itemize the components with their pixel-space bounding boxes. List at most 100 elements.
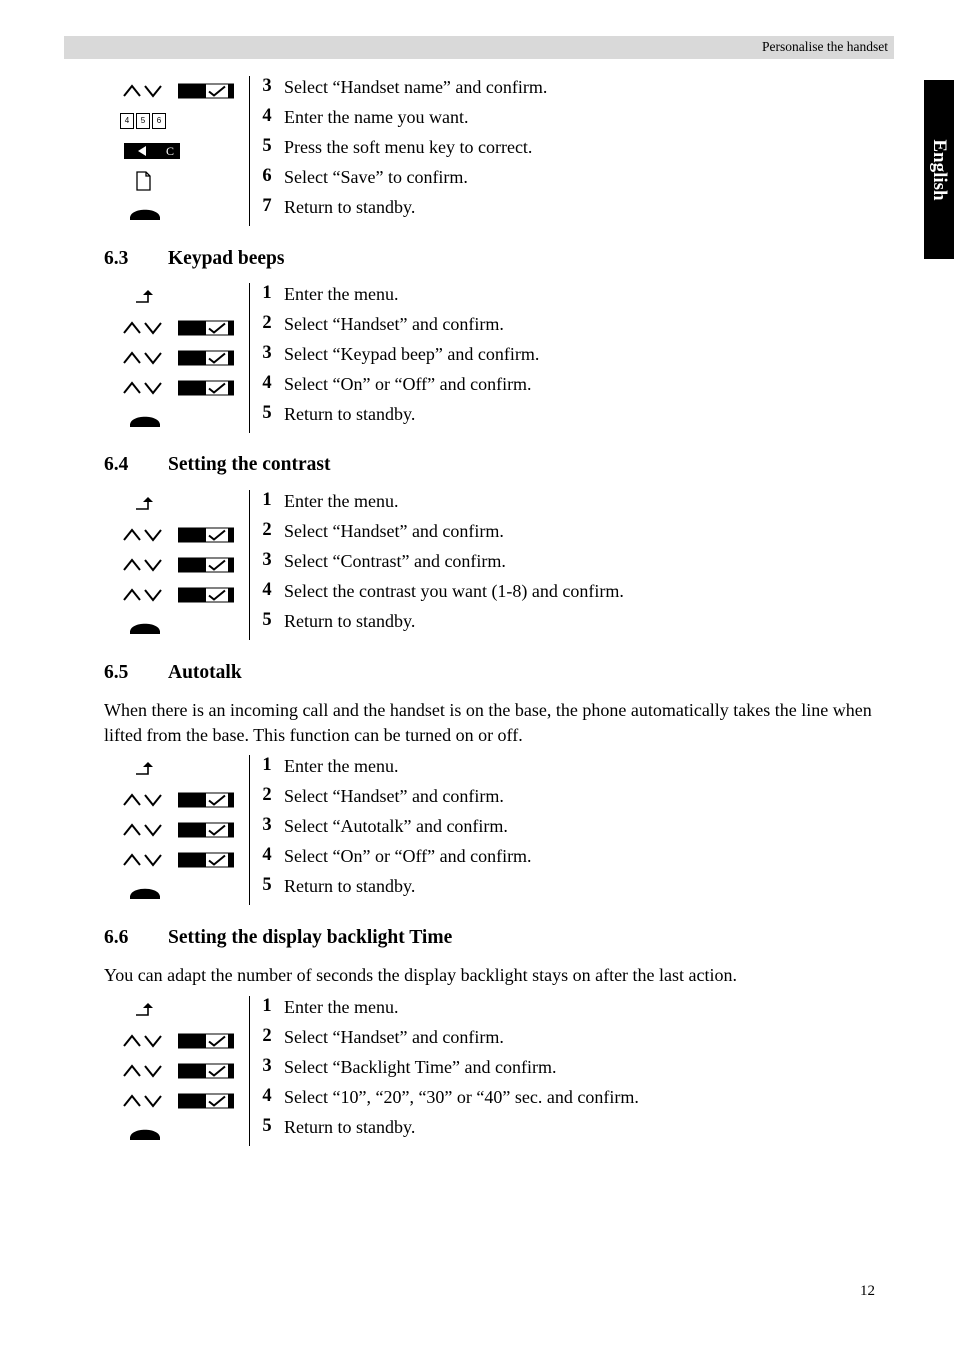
step-number: 5 (262, 610, 272, 630)
step-icons (104, 610, 249, 640)
step-text: Select “On” or “Off” and confirm. (284, 374, 532, 394)
step-row: 4 5 6 4 Enter the name you want. (104, 106, 894, 136)
section-autotalk-heading: 6.5 Autotalk (0, 662, 954, 688)
step-row: 7 Return to standby. (104, 196, 894, 226)
soft-key-confirm-icon (178, 792, 234, 808)
step-row: 3 Select “Backlight Time” and confirm. (104, 1056, 894, 1086)
step-text: Select “Handset name” and confirm. (284, 77, 548, 97)
step-text: Enter the menu. (284, 491, 399, 511)
up-down-arrows-icon (122, 557, 164, 573)
step-icons (104, 785, 249, 815)
page-number: 12 (860, 1283, 875, 1299)
handset-hook-icon (128, 615, 162, 635)
step-row: 5 Return to standby. (104, 403, 894, 433)
step-number: 2 (262, 313, 272, 333)
up-down-arrows-icon (122, 792, 164, 808)
step-number: 1 (262, 755, 272, 775)
step-icons (104, 550, 249, 580)
up-down-arrows-icon (122, 380, 164, 396)
step-icons (104, 490, 249, 520)
section-keypad-beeps-heading: 6.3 Keypad beeps (0, 248, 954, 274)
step-text: Select “On” or “Off” and confirm. (284, 846, 532, 866)
step-number: 1 (262, 996, 272, 1016)
up-down-arrows-icon (122, 1063, 164, 1079)
step-icons (104, 283, 249, 313)
step-icons (104, 343, 249, 373)
step-row: 3 Select “Contrast” and confirm. (104, 550, 894, 580)
clear-key-icon: C (124, 143, 180, 159)
step-number: 1 (262, 283, 272, 303)
step-text: Select “Autotalk” and confirm. (284, 816, 508, 836)
soft-key-confirm-icon (178, 852, 234, 868)
soft-key-confirm-icon (178, 822, 234, 838)
section-setting-the-display-backlight-time-number: 6.6 (104, 927, 129, 948)
soft-key-confirm-icon (178, 587, 234, 603)
up-down-arrows-icon (122, 1093, 164, 1109)
enter-menu-icon (134, 760, 156, 780)
step-text: Select “Handset” and confirm. (284, 786, 504, 806)
section-setting-the-display-backlight-time-steps: 1 Enter the menu. 2 Select “Handset” and co… (104, 996, 894, 1146)
step-row: 4 Select “On” or “Off” and confirm. (104, 373, 894, 403)
soft-key-confirm-icon (178, 1093, 234, 1109)
up-down-arrows-icon (122, 83, 164, 99)
step-icons (104, 520, 249, 550)
step-row: 1 Enter the menu. (104, 283, 894, 313)
step-number: 5 (262, 1116, 272, 1136)
page-header-bar: Personalise the handset (64, 36, 894, 59)
step-number: 1 (262, 490, 272, 510)
step-number: 7 (262, 196, 272, 216)
step-number: 4 (262, 106, 272, 126)
step-number: 2 (262, 785, 272, 805)
step-number: 3 (262, 1056, 272, 1076)
step-row: 1 Enter the menu. (104, 996, 894, 1026)
step-text: Enter the name you want. (284, 107, 469, 127)
section-autotalk-title: Autotalk (168, 662, 242, 683)
up-down-arrows-icon (122, 350, 164, 366)
step-number: 3 (262, 815, 272, 835)
step-row: 3 Select “Handset name” and confirm. (104, 76, 894, 106)
step-icons (104, 815, 249, 845)
step-number: 3 (262, 343, 272, 363)
step-icons: C (104, 136, 249, 166)
step-row: 2 Select “Handset” and confirm. (104, 785, 894, 815)
running-title: Personalise the handset (762, 39, 888, 54)
keypad-digits-icon: 456 (120, 113, 166, 129)
handset-hook-icon (128, 1121, 162, 1141)
step-text: Return to standby. (284, 197, 416, 217)
step-row: 3 Select “Autotalk” and confirm. (104, 815, 894, 845)
up-down-arrows-icon (122, 320, 164, 336)
step-icons (104, 196, 249, 226)
soft-key-confirm-icon (178, 83, 234, 99)
enter-menu-icon (134, 288, 156, 308)
step-icons (104, 845, 249, 875)
up-down-arrows-icon (122, 1033, 164, 1049)
step-icons (104, 996, 249, 1026)
step-row: 2 Select “Handset” and confirm. (104, 520, 894, 550)
soft-key-confirm-icon (178, 527, 234, 543)
soft-key-confirm-icon (178, 557, 234, 573)
step-row: 2 Select “Handset” and confirm. (104, 313, 894, 343)
step-icons (104, 76, 249, 106)
step-row: C 5 Press the soft menu key to correct. (104, 136, 894, 166)
enter-menu-icon (134, 1001, 156, 1021)
step-text: Return to standby. (284, 404, 416, 424)
step-icons (104, 1026, 249, 1056)
step-number: 4 (262, 580, 272, 600)
step-text: Select “Handset” and confirm. (284, 314, 504, 334)
section-setting-the-contrast-steps: 1 Enter the menu. 2 Select “Handset” and co… (104, 490, 894, 640)
step-row: 4 Select “10”, “20”, “30” or “40” sec. an… (104, 1086, 894, 1116)
enter-menu-icon (134, 495, 156, 515)
step-number: 6 (262, 166, 272, 186)
step-text: Select “Backlight Time” and confirm. (284, 1057, 557, 1077)
section-keypad-beeps-number: 6.3 (104, 248, 129, 269)
step-row: 3 Select “Keypad beep” and confirm. (104, 343, 894, 373)
step-text: Enter the menu. (284, 997, 399, 1017)
step-icons: 456 (104, 106, 249, 136)
step-icons (104, 1116, 249, 1146)
step-row: 5 Return to standby. (104, 1116, 894, 1146)
step-icons (104, 755, 249, 785)
step-icons (104, 373, 249, 403)
section-handset-name-continued-steps: 3 Select “Handset name” and confirm. 4 5 6 4 E… (104, 76, 894, 226)
step-icons (104, 1086, 249, 1116)
section-setting-the-display-backlight-time-heading: 6.6 Setting the display backlight Time (0, 927, 954, 953)
